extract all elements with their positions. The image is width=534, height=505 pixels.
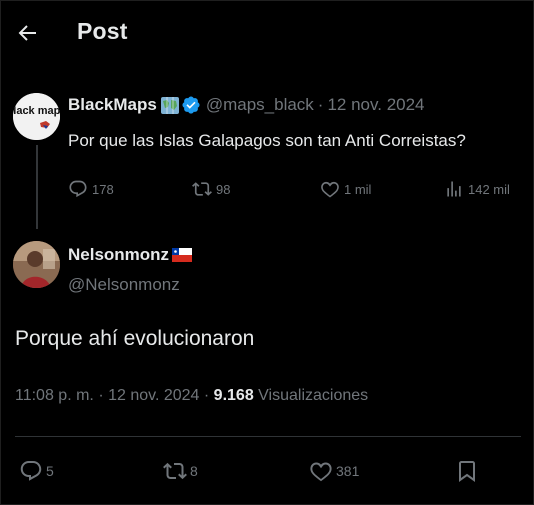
reply-repost-button[interactable]: 8 xyxy=(163,459,198,483)
parent-post-header: BlackMaps @maps_black · 12 nov. 2024 xyxy=(68,95,425,115)
chile-flag-icon xyxy=(172,248,193,262)
bookmark-button[interactable] xyxy=(455,459,482,483)
parent-post-actions: 178 98 1 mil 142 mil xyxy=(68,179,523,201)
reply-reply-count: 5 xyxy=(46,463,54,479)
parent-reply-count: 178 xyxy=(92,181,114,197)
parent-like-button[interactable]: 1 mil xyxy=(320,179,371,199)
avatar-logo-text: black maps xyxy=(13,105,60,117)
reply-like-button[interactable]: 381 xyxy=(309,459,359,483)
world-map-emoji-icon xyxy=(160,96,179,114)
divider xyxy=(15,436,521,437)
parent-like-count: 1 mil xyxy=(344,181,372,197)
heart-icon xyxy=(321,181,339,198)
blackmaps-avatar[interactable]: black maps xyxy=(13,93,60,140)
thread-connector-line xyxy=(36,145,38,229)
parent-views-count: 142 mil xyxy=(468,181,510,197)
parent-author-handle[interactable]: @maps_black xyxy=(206,95,314,115)
views-chart-icon xyxy=(447,181,461,197)
parent-reply-button[interactable]: 178 xyxy=(68,179,114,199)
reply-icon xyxy=(20,461,42,481)
reply-icon xyxy=(69,180,87,198)
parent-views-button[interactable]: 142 mil xyxy=(444,179,510,199)
parent-repost-count: 98 xyxy=(216,181,231,197)
blackmaps-logo-icon: black maps xyxy=(13,93,60,140)
reply-views-label: Visualizaciones xyxy=(258,387,369,404)
profile-photo-icon xyxy=(13,241,60,288)
reply-author-handle[interactable]: @Nelsonmonz xyxy=(68,275,180,295)
bookmark-icon xyxy=(459,461,475,482)
page-title: Post xyxy=(77,18,128,44)
heart-icon xyxy=(310,462,332,482)
repost-icon xyxy=(163,462,187,480)
reply-like-count: 381 xyxy=(336,463,360,479)
nelsonmonz-avatar[interactable] xyxy=(13,241,60,288)
reply-repost-count: 8 xyxy=(190,463,198,479)
reply-reply-button[interactable]: 5 xyxy=(19,459,54,483)
parent-post-text: Por que las Islas Galapagos son tan Anti… xyxy=(68,131,466,150)
reply-post-time[interactable]: 11:08 p. m. xyxy=(15,387,94,404)
verified-badge-icon xyxy=(182,96,200,114)
post-detail-page: Post black maps BlackMaps @maps_black · … xyxy=(0,0,534,505)
parent-post-date[interactable]: 12 nov. 2024 xyxy=(327,95,424,115)
reply-post-date[interactable]: 12 nov. 2024 xyxy=(108,387,199,404)
reply-post-actions: 5 8 381 xyxy=(1,459,534,487)
reply-author-name[interactable]: Nelsonmonz xyxy=(68,245,169,265)
reply-author-name-row: Nelsonmonz xyxy=(68,245,193,265)
reply-views-count: 9.168 xyxy=(213,387,254,404)
repost-icon xyxy=(192,182,212,196)
reply-post-meta: 11:08 p. m. · 12 nov. 2024 · 9.168 Visua… xyxy=(15,387,369,404)
parent-author-name[interactable]: BlackMaps xyxy=(68,95,157,115)
parent-repost-button[interactable]: 98 xyxy=(192,179,230,199)
reply-post-text: Porque ahí evolucionaron xyxy=(15,327,255,350)
back-arrow-icon[interactable] xyxy=(15,21,39,45)
top-bar: Post xyxy=(1,1,534,63)
